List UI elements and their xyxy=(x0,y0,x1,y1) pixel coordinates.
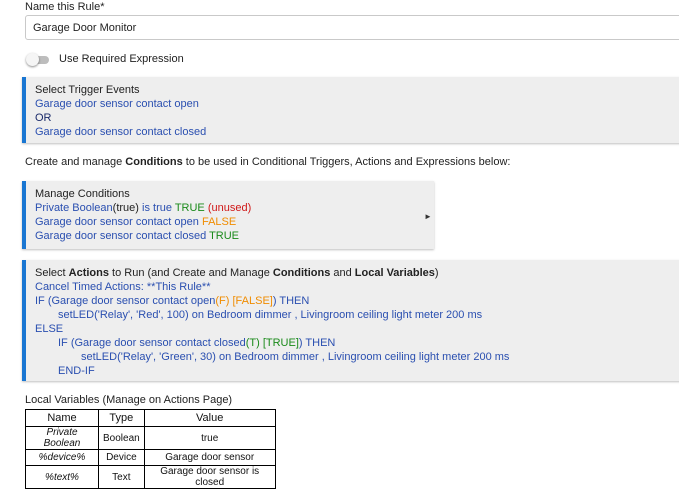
if-flag: (F) xyxy=(215,295,230,307)
helper-suffix: to be used in Conditional Triggers, Acti… xyxy=(182,156,511,168)
table-row: %device% Device Garage door sensor xyxy=(25,449,276,466)
if-text: IF (Garage door sensor contact closed xyxy=(58,337,246,349)
helper-bold: Conditions xyxy=(125,156,183,168)
conditions-helper-text: Create and manage Conditions to be used … xyxy=(25,156,510,168)
condition-item: Garage door sensor contact closed TRUE xyxy=(35,229,434,243)
if-state: [TRUE] xyxy=(262,337,299,349)
table-row: Private Boolean Boolean true xyxy=(25,426,276,450)
required-expression-toggle[interactable] xyxy=(26,53,50,66)
condition-text2: is true xyxy=(138,202,175,214)
local-variables-subtitle: (Manage on Actions Page) xyxy=(99,394,233,406)
cancel-timed-actions: Cancel Timed Actions: **This Rule** xyxy=(35,281,211,293)
manage-conditions-box[interactable]: Manage Conditions Private Boolean(true) … xyxy=(22,181,434,249)
condition-item: Garage door sensor contact open FALSE xyxy=(35,215,434,229)
if-state: [FALSE] xyxy=(232,295,273,307)
condition-arg: (true) xyxy=(112,202,139,214)
actions-title-part: to Run (and Create and Manage xyxy=(108,267,273,279)
condition-text: Garage door sensor contact open xyxy=(35,216,202,228)
manage-conditions-title: Manage Conditions xyxy=(35,188,130,200)
toggle-knob xyxy=(26,53,39,66)
actions-title-bold: Actions xyxy=(68,267,109,279)
local-variables-heading: Local Variables xyxy=(25,394,100,406)
column-header-value: Value xyxy=(143,409,276,427)
actions-title-part: Select xyxy=(35,267,69,279)
if-end: ) THEN xyxy=(298,337,336,349)
condition-item: Private Boolean(true) is true TRUE (unus… xyxy=(35,201,434,215)
table-row: %text% Text Garage door sensor is closed xyxy=(25,465,276,489)
variable-name: Private Boolean xyxy=(25,426,99,450)
actions-title-bold: Conditions xyxy=(272,267,331,279)
expand-arrow-icon[interactable]: ► xyxy=(424,212,432,221)
actions-box[interactable]: Select Actions to Run (and Create and Ma… xyxy=(22,260,679,381)
trigger-events-box[interactable]: Select Trigger Events Garage door sensor… xyxy=(22,77,679,143)
condition-state: FALSE xyxy=(201,216,237,228)
condition-unused-note: (unused) xyxy=(207,202,252,214)
actions-title: Select Actions to Run (and Create and Ma… xyxy=(35,266,679,280)
variable-name: %text% xyxy=(25,465,99,489)
if-flag: (T) xyxy=(245,337,260,349)
action-set-led-red: setLED('Relay', 'Red', 100) on Bedroom d… xyxy=(58,309,483,321)
column-header-type: Type xyxy=(98,409,145,427)
actions-title-part: and xyxy=(330,267,355,279)
variable-name: %device% xyxy=(25,449,99,466)
column-header-name: Name xyxy=(25,409,99,427)
rule-name-label: Name this Rule* xyxy=(25,1,105,13)
trigger-or-label: OR xyxy=(35,112,52,124)
variable-type: Device xyxy=(98,449,145,466)
trigger-event-closed: Garage door sensor contact closed xyxy=(35,126,207,138)
condition-text: Garage door sensor contact closed xyxy=(35,230,210,242)
variable-type: Text xyxy=(98,465,145,489)
action-else: ELSE xyxy=(35,323,64,335)
local-variables-table: Name Type Value Private Boolean Boolean … xyxy=(25,409,276,489)
if-text: IF (Garage door sensor contact open xyxy=(35,295,216,307)
table-header-row: Name Type Value xyxy=(25,409,276,427)
rule-name-input[interactable]: Garage Door Monitor xyxy=(25,15,679,40)
variable-value: Garage door sensor is closed xyxy=(143,465,276,489)
variable-value: Garage door sensor xyxy=(143,449,276,466)
local-variables-title: Local Variables (Manage on Actions Page) xyxy=(25,394,232,406)
actions-title-bold: Local Variables xyxy=(354,267,435,279)
action-if-closed: IF (Garage door sensor contact closed(T)… xyxy=(35,336,679,350)
condition-state: TRUE xyxy=(174,202,205,214)
variable-type: Boolean xyxy=(98,426,145,450)
trigger-events-title: Select Trigger Events xyxy=(35,84,140,96)
trigger-event-open: Garage door sensor contact open xyxy=(35,98,199,110)
required-expression-label: Use Required Expression xyxy=(59,53,184,65)
condition-text: Private Boolean xyxy=(35,202,113,214)
action-end-if: END-IF xyxy=(58,365,95,377)
if-end: ) THEN xyxy=(272,295,310,307)
action-if-open: IF (Garage door sensor contact open(F) [… xyxy=(35,294,679,308)
variable-value: true xyxy=(143,426,276,450)
action-set-led-green: setLED('Relay', 'Green', 30) on Bedroom … xyxy=(81,351,510,363)
condition-state: TRUE xyxy=(209,230,240,242)
helper-prefix: Create and manage xyxy=(25,156,126,168)
actions-title-part: ) xyxy=(434,267,439,279)
